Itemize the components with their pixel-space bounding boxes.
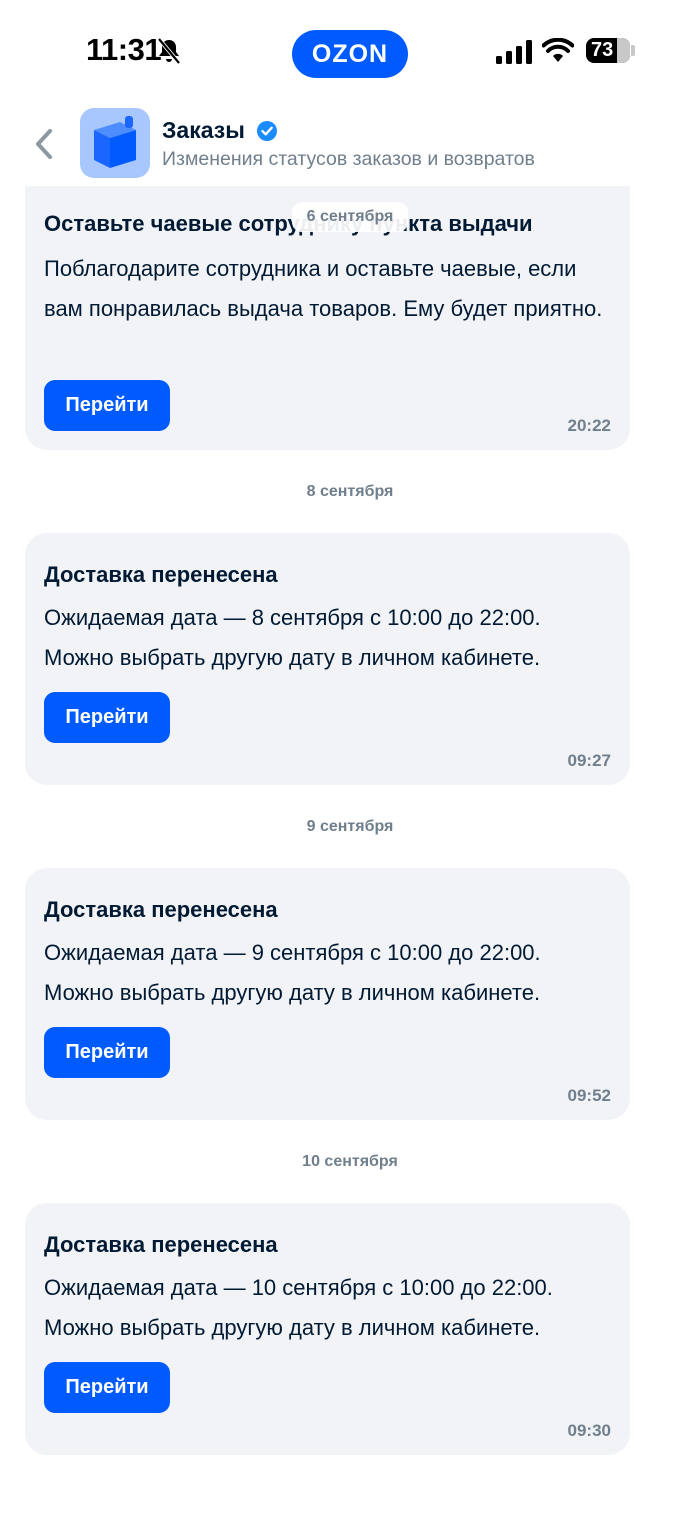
cellular-signal-icon xyxy=(496,40,532,64)
message-title: Оставьте чаевые сотруднику пункта выдачи xyxy=(44,211,533,236)
back-chevron-icon[interactable] xyxy=(30,126,58,162)
ozon-logo: OZON xyxy=(292,30,408,78)
chat-screen: 11:31 OZON 73 Заказы Изменения статусов … xyxy=(0,0,700,1521)
chat-avatar[interactable] xyxy=(80,108,150,178)
message-card: Доставка перенесена Ожидаемая дата — 10 … xyxy=(25,1203,630,1455)
battery-tip xyxy=(631,45,635,56)
go-button[interactable]: Перейти xyxy=(44,692,170,743)
go-button[interactable]: Перейти xyxy=(44,1027,170,1078)
message-text: Ожидаемая дата — 8 сентября с 10:00 до 2… xyxy=(44,605,541,670)
floating-date-label: 6 сентября xyxy=(292,202,408,232)
message-card: Доставка перенесена Ожидаемая дата — 8 с… xyxy=(25,533,630,785)
message-title: Доставка перенесена xyxy=(44,1232,278,1257)
message-time: 09:27 xyxy=(567,751,611,770)
status-time: 11:31 xyxy=(86,32,162,67)
chat-subtitle: Изменения статусов заказов и возвратов xyxy=(162,148,535,170)
box-icon xyxy=(94,116,136,168)
wifi-icon xyxy=(542,38,574,62)
go-button[interactable]: Перейти xyxy=(44,1362,170,1413)
battery-level: 73 xyxy=(591,39,614,61)
message-card: Доставка перенесена Ожидаемая дата — 9 с… xyxy=(25,868,630,1120)
date-separator: 8 сентября xyxy=(306,483,394,500)
message-title: Доставка перенесена xyxy=(44,562,278,587)
date-separator: 9 сентября xyxy=(306,818,394,835)
message-text: Поблагодарите сотрудника и оставьте чаев… xyxy=(44,256,603,321)
message-time: 09:30 xyxy=(567,1421,611,1440)
message-title: Доставка перенесена xyxy=(44,897,278,922)
status-bar: 11:31 OZON 73 xyxy=(0,0,700,100)
verified-badge-icon xyxy=(257,121,277,141)
message-time: 09:52 xyxy=(567,1086,611,1105)
chat-title: Заказы xyxy=(162,117,245,143)
go-button[interactable]: Перейти xyxy=(44,380,170,431)
battery-empty-part xyxy=(617,38,630,63)
date-separator: 10 сентября xyxy=(302,1153,398,1170)
message-time: 20:22 xyxy=(567,416,611,435)
battery-indicator: 73 xyxy=(586,38,630,63)
message-text: Ожидаемая дата — 10 сентября с 10:00 до … xyxy=(44,1275,553,1340)
message-text: Ожидаемая дата — 9 сентября с 10:00 до 2… xyxy=(44,940,541,1005)
bell-muted-icon xyxy=(157,37,181,65)
